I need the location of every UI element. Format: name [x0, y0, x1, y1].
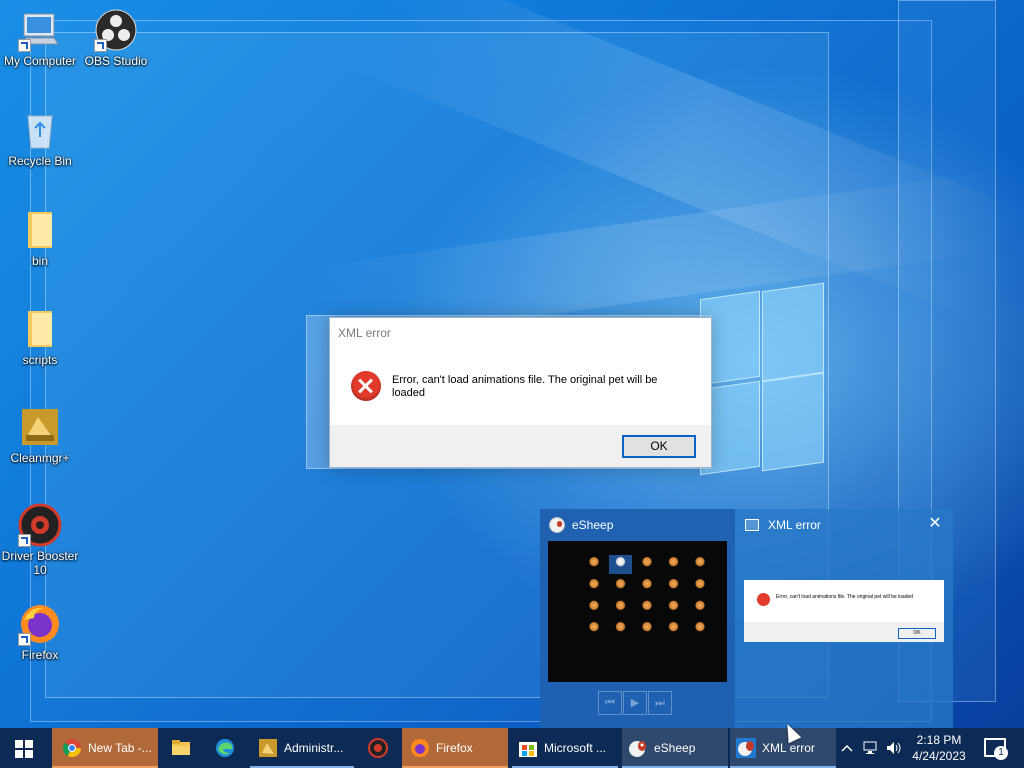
desktop-icon-label: scripts	[22, 353, 58, 367]
firefox-icon	[18, 602, 62, 646]
esheep-icon	[549, 517, 565, 533]
esheep-window-preview	[548, 541, 727, 682]
taskbar-item-label: Microsoft ...	[544, 741, 607, 755]
taskbar-item-esheep[interactable]: eSheep	[622, 728, 728, 768]
windows-logo-wallpaper	[700, 282, 824, 476]
desktop-icon-label: Cleanmgr+	[10, 451, 70, 465]
desktop-icon-label: Firefox	[21, 648, 59, 662]
close-icon[interactable]: ✕	[928, 516, 942, 532]
desktop-icon-label: OBS Studio	[84, 54, 148, 68]
media-controls: ⏮ ▶ ⏭	[598, 691, 674, 715]
desktop-icon-driver-booster[interactable]: Driver Booster 10	[0, 503, 80, 577]
taskbar-item-administrator[interactable]: Administr...	[250, 728, 354, 768]
firefox-icon	[410, 738, 430, 758]
start-button[interactable]	[15, 740, 33, 758]
chevron-up-icon[interactable]	[838, 728, 856, 768]
taskbar-item-xml-error[interactable]: XML error	[730, 728, 836, 768]
desktop-icon-scripts[interactable]: scripts	[0, 307, 80, 367]
cleanmgr-icon	[18, 405, 62, 449]
xml-error-dialog: XML error Error, can't load animations f…	[329, 317, 712, 468]
system-clock[interactable]: 2:18 PM 4/24/2023	[904, 732, 974, 764]
taskbar-item-label: eSheep	[654, 741, 696, 755]
desktop-icon-label: bin	[31, 254, 48, 268]
desktop-icon-cleanmgr[interactable]: Cleanmgr+	[0, 405, 80, 465]
thumbnail-title: XML error	[768, 518, 821, 532]
desktop-icon-my-computer[interactable]: My Computer	[0, 8, 80, 68]
cleanmgr-icon	[258, 738, 278, 758]
thumbnail-title: eSheep	[572, 518, 614, 532]
desktop-icon-label: Driver Booster	[1, 549, 79, 563]
error-icon	[757, 593, 770, 606]
driver-booster-icon	[18, 503, 62, 547]
desktop-icon-firefox[interactable]: Firefox	[0, 602, 80, 662]
taskbar-item-driver-booster[interactable]	[358, 728, 398, 768]
taskbar-item-microsoft-store[interactable]: Microsoft ...	[512, 728, 618, 768]
taskbar: New Tab -... Administr... Firefox Micros…	[0, 728, 1024, 768]
xml-error-preview: Error, can't load animations file. The o…	[744, 580, 944, 642]
esheep-icon	[628, 738, 648, 758]
taskbar-item-firefox[interactable]: Firefox	[402, 728, 508, 768]
thumbnail-esheep[interactable]: eSheep ⏮ ▶ ⏭	[540, 509, 735, 728]
edge-icon	[215, 738, 235, 758]
esheep-icon	[736, 738, 756, 758]
folder-icon	[18, 307, 62, 351]
error-icon	[351, 371, 381, 401]
ok-button[interactable]: OK	[622, 435, 696, 458]
taskbar-item-label: Administr...	[284, 741, 344, 755]
network-icon[interactable]	[860, 728, 882, 768]
pet-grid-preview	[582, 555, 712, 639]
taskbar-item-label: Firefox	[436, 741, 473, 755]
desktop-icon-label: Recycle Bin	[8, 154, 72, 168]
desktop-icon-obs-studio[interactable]: OBS Studio	[76, 8, 156, 68]
folder-icon	[18, 208, 62, 252]
computer-icon	[18, 8, 62, 52]
taskbar-thumbnail-popup: eSheep ⏮ ▶ ⏭ XML error ✕ Error, can't load…	[540, 509, 953, 728]
taskbar-item-chrome[interactable]: New Tab -...	[52, 728, 158, 768]
notification-badge: 1	[994, 746, 1008, 760]
dialog-message: Error, can't load animations file. The o…	[392, 374, 658, 399]
previous-icon[interactable]: ⏮	[598, 691, 622, 715]
chrome-icon	[62, 738, 82, 758]
taskbar-item-file-explorer[interactable]	[160, 728, 202, 768]
file-explorer-icon	[171, 738, 191, 758]
preview-footer: OK	[744, 622, 944, 642]
window-icon	[745, 519, 759, 531]
desktop: My Computer OBS Studio Recycle Bin bin s…	[0, 0, 1024, 728]
clock-time: 2:18 PM	[916, 733, 962, 747]
desktop-icon-bin[interactable]: bin	[0, 208, 80, 268]
taskbar-item-label: New Tab -...	[88, 741, 152, 755]
obs-icon	[94, 8, 138, 52]
play-icon[interactable]: ▶	[623, 691, 647, 715]
preview-message: Error, can't load animations file. The o…	[776, 594, 914, 600]
next-icon[interactable]: ⏭	[648, 691, 672, 715]
desktop-icon-label: 10	[33, 563, 47, 577]
desktop-icon-recycle-bin[interactable]: Recycle Bin	[0, 108, 80, 168]
driver-booster-icon	[368, 738, 388, 758]
recycle-bin-icon	[18, 108, 62, 152]
taskbar-item-edge[interactable]	[204, 728, 246, 768]
clock-date: 4/24/2023	[912, 749, 966, 763]
store-icon	[518, 738, 538, 758]
volume-icon[interactable]	[884, 728, 904, 768]
desktop-icon-label: My Computer	[3, 54, 77, 68]
dialog-footer: OK	[330, 425, 711, 467]
preview-ok-button: OK	[898, 628, 936, 639]
dialog-title: XML error	[338, 326, 391, 340]
